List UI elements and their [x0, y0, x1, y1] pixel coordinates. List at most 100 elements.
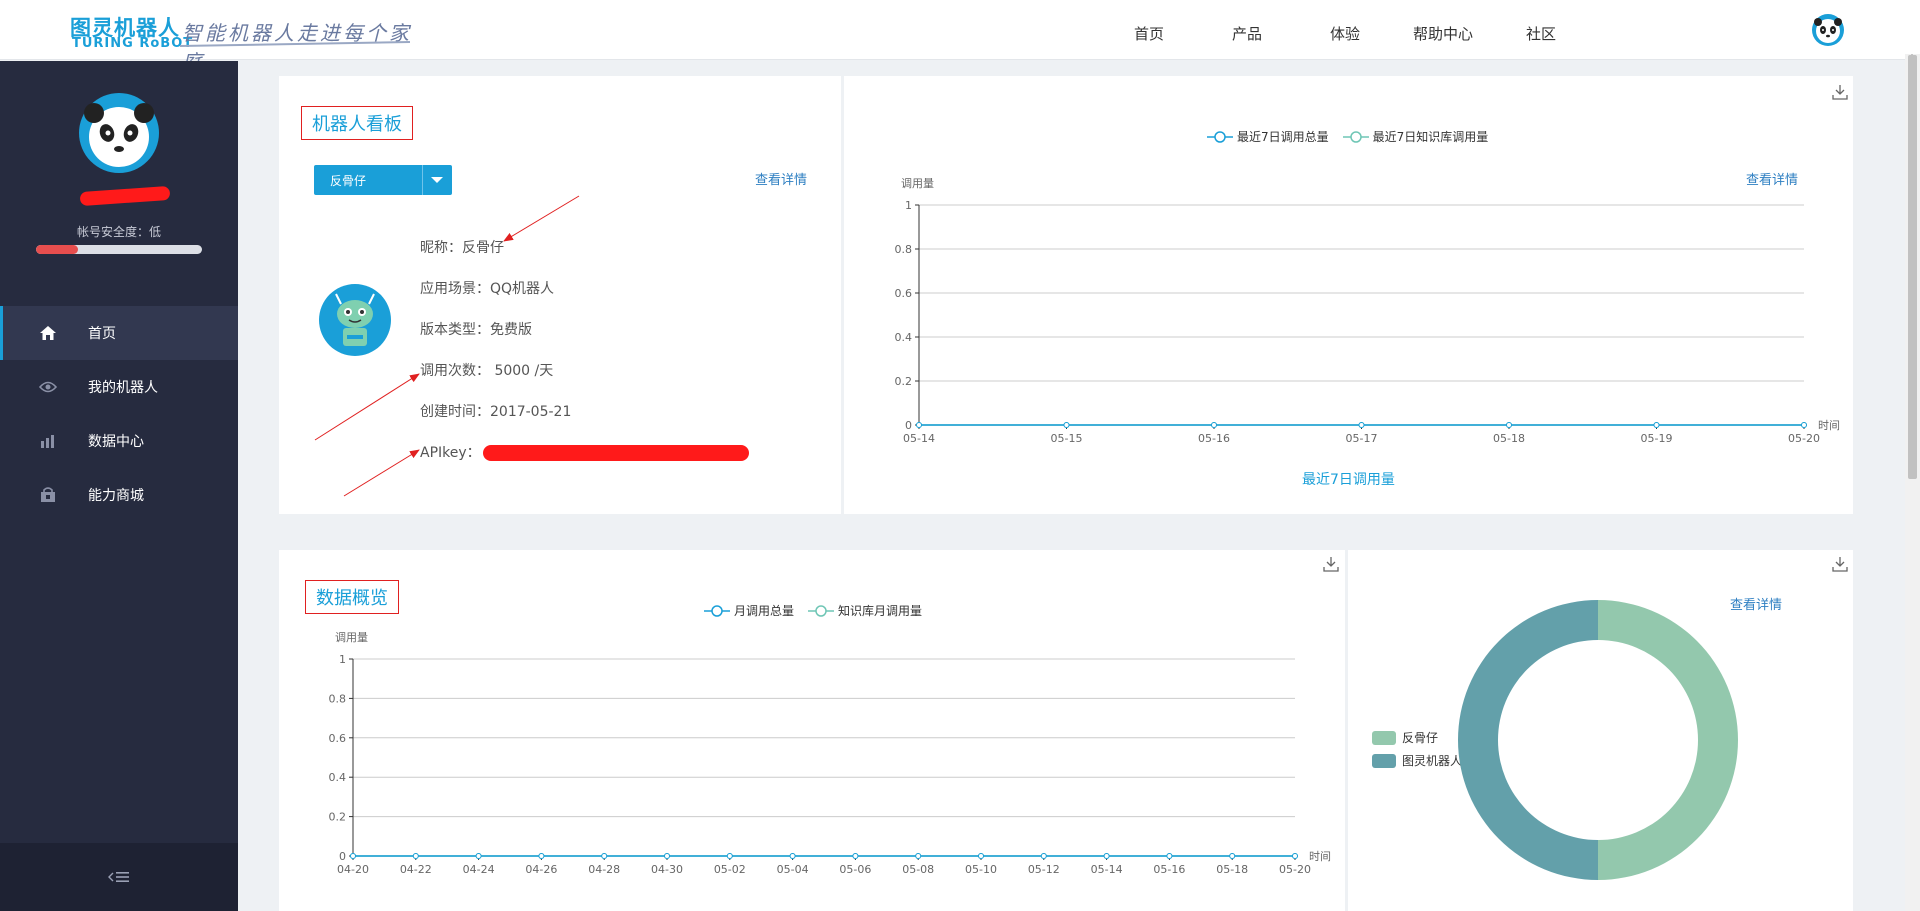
data-point — [852, 853, 859, 859]
robot-board-title: 机器人看板 — [301, 106, 413, 140]
weekly-calls-panel: 最近7日调用总量 最近7日知识库调用量 查看详情 调用量 0 0.2 0.4 0.6 0.… — [844, 76, 1853, 514]
x-tick-label: 05-15 — [1051, 432, 1083, 445]
board-detail-link[interactable]: 查看详情 — [755, 169, 807, 188]
redacted-username — [79, 185, 171, 207]
y-axis-label: 调用量 — [335, 631, 368, 644]
nav-experience[interactable]: 体验 — [1296, 0, 1394, 60]
data-point — [1166, 853, 1173, 859]
data-point — [664, 853, 670, 859]
eye-icon — [38, 377, 58, 397]
robot-version-type: 版本类型：免费版 — [420, 322, 532, 338]
robot-nickname: 昵称：反骨仔 — [420, 240, 504, 256]
robot-call-limit: 调用次数： 5000 /天 — [420, 363, 554, 379]
sidebar-item-label: 能力商城 — [88, 488, 144, 504]
bar-chart-icon — [38, 431, 58, 451]
y-tick-label: 0.4 — [895, 331, 913, 344]
data-point — [1103, 853, 1110, 859]
x-tick-label: 05-20 — [1788, 432, 1820, 445]
profile-avatar-panda-icon[interactable] — [79, 93, 159, 173]
data-overview-panel: 数据概览 月调用总量 知识库月调用量 调用量 0 0.2 0.4 0.6 0.8 1 04-2… — [279, 550, 1345, 911]
x-tick-label: 04-22 — [400, 863, 432, 876]
data-point — [1358, 422, 1365, 428]
chevron-down-icon — [431, 177, 443, 183]
x-tick-label: 05-02 — [714, 863, 746, 876]
data-point — [412, 853, 419, 859]
x-tick-label: 05-14 — [1091, 863, 1123, 876]
sidebar-item-home[interactable]: 首页 — [0, 306, 238, 360]
x-tick-label: 05-17 — [1346, 432, 1378, 445]
robot-share-panel: 查看详情 反骨仔 图灵机器人 — [1348, 550, 1853, 911]
data-point — [1801, 422, 1807, 428]
legend-swatch — [1372, 730, 1396, 745]
sidebar-item-my-robots[interactable]: 我的机器人 — [0, 360, 238, 414]
y-tick-label: 1 — [339, 653, 346, 666]
robot-created-time: 创建时间：2017-05-21 — [420, 404, 572, 420]
x-tick-label: 05-19 — [1641, 432, 1673, 445]
scrollbar-thumb[interactable] — [1908, 55, 1917, 479]
sidebar-item-label: 数据中心 — [88, 434, 144, 450]
sidebar-collapse-button[interactable] — [0, 843, 238, 911]
y-tick-label: 0.6 — [895, 287, 913, 300]
data-point — [475, 853, 482, 859]
x-tick-label: 04-30 — [651, 863, 683, 876]
x-tick-label: 04-26 — [525, 863, 557, 876]
sidebar-item-data-center[interactable]: 数据中心 — [0, 414, 238, 468]
y-tick-label: 0.4 — [329, 771, 347, 784]
robot-select-dropdown[interactable]: 反骨仔 — [314, 165, 452, 195]
page-scrollbar[interactable] — [1905, 54, 1920, 911]
collapse-menu-icon — [108, 872, 129, 882]
y-tick-label: 0.6 — [329, 732, 347, 745]
x-tick-label: 05-20 — [1279, 863, 1311, 876]
data-point — [1506, 422, 1512, 428]
nav-home[interactable]: 首页 — [1100, 0, 1198, 60]
data-point — [789, 853, 796, 859]
x-tick-label: 05-08 — [902, 863, 934, 876]
account-security-label: 帐号安全度：低 — [76, 225, 161, 239]
robot-board-panel: 机器人看板 查看详情 反骨仔 昵称：反骨仔 应用场景：QQ机器人 版本类型：免费… — [279, 76, 841, 514]
data-point — [916, 422, 922, 428]
sidebar-menu: 首页 我的机器人 数据中心 能力商城 — [0, 306, 238, 522]
download-icon[interactable] — [1832, 556, 1848, 572]
sidebar-item-label: 我的机器人 — [88, 380, 158, 396]
nav-community[interactable]: 社区 — [1492, 0, 1590, 60]
x-tick-label: 05-12 — [1028, 863, 1060, 876]
data-point — [915, 853, 922, 859]
user-avatar-panda-icon[interactable] — [1812, 14, 1844, 46]
nav-help-center[interactable]: 帮助中心 — [1394, 0, 1492, 60]
home-icon — [38, 323, 58, 343]
data-point — [978, 853, 984, 859]
robot-scenario: 应用场景：QQ机器人 — [420, 281, 555, 297]
top-header: 图灵机器人 TURING RoBOT 智能机器人走进每个家庭 首页 产品 体验 … — [0, 0, 1920, 74]
y-tick-label: 0 — [339, 850, 346, 863]
data-point — [1229, 853, 1236, 859]
y-axis-label: 调用量 — [901, 177, 934, 190]
redacted-apikey — [483, 445, 749, 461]
data-point — [1040, 853, 1047, 859]
security-progress-fill — [36, 245, 78, 254]
sidebar-item-label: 首页 — [88, 326, 116, 342]
x-tick-label: 04-24 — [463, 863, 495, 876]
donut-slice — [1598, 600, 1738, 880]
x-tick-label: 05-16 — [1198, 432, 1230, 445]
robot-apikey-label: APIkey： — [420, 445, 481, 461]
x-axis-label: 时间 — [1309, 850, 1331, 863]
x-tick-label: 05-14 — [903, 432, 935, 445]
x-tick-label: 04-20 — [337, 863, 369, 876]
top-nav: 首页 产品 体验 帮助中心 社区 — [1100, 0, 1590, 60]
weekly-line-chart: 调用量 0 0.2 0.4 0.6 0.8 1 05-14 05-15 05-16 05-17 05-… — [895, 177, 1841, 445]
data-point — [1653, 422, 1660, 428]
data-point — [1063, 422, 1070, 428]
y-tick-label: 0.8 — [895, 243, 913, 256]
sidebar-item-ability-store[interactable]: 能力商城 — [0, 468, 238, 522]
x-tick-label: 05-06 — [839, 863, 871, 876]
nav-products[interactable]: 产品 — [1198, 0, 1296, 60]
donut-slice — [1458, 600, 1598, 880]
sidebar: 帐号安全度：低 首页 我的机器人 数据中心 能力商城 — [0, 61, 238, 911]
robot-share-donut-chart — [1458, 600, 1738, 880]
legend-swatch — [1372, 753, 1396, 768]
y-tick-label: 0.2 — [895, 375, 913, 388]
x-tick-label: 05-18 — [1493, 432, 1525, 445]
data-point — [1211, 422, 1217, 428]
donut-legend-item[interactable]: 反骨仔 — [1372, 729, 1438, 746]
logo[interactable]: 图灵机器人 TURING RoBOT 智能机器人走进每个家庭 — [70, 12, 420, 74]
